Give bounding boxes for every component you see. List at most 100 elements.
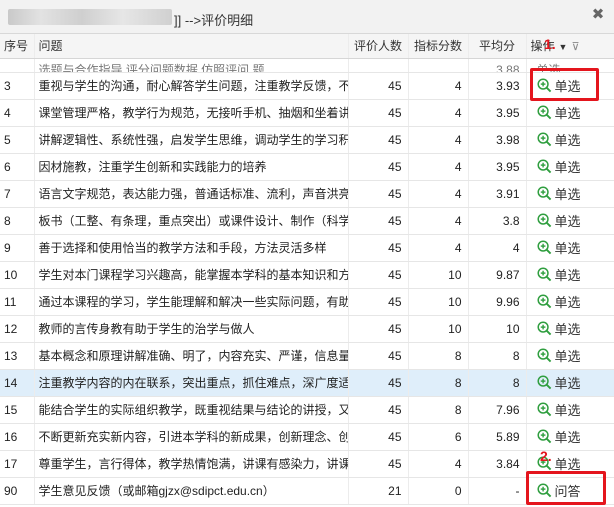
table-row[interactable]: 9 善于选择和使用恰当的教学方法和手段，方法灵活多样 45 4 4 单选 (0, 234, 614, 262)
sort-down-icon[interactable]: ▼ (559, 42, 568, 52)
row-question: 板书（工整、有条理，重点突出）或课件设计、制作（科学 (34, 207, 349, 235)
single-choice-button[interactable]: 单选 (536, 211, 581, 230)
table-row[interactable]: 4 课堂管理严格，教学行为规范，无接听手机、抽烟和坐着讲课 45 4 3.95 单选 (0, 99, 614, 127)
row-op-cell: 单选 (526, 369, 614, 397)
col-header-raters[interactable]: 评价人数 (348, 34, 409, 59)
table-row[interactable]: 12 教师的言传身教有助于学生的治学与做人 45 10 10 单选 (0, 315, 614, 343)
window-titlebar: ]] -->评价明细 ✖ (0, 0, 614, 34)
row-seq: 5 (0, 126, 35, 154)
row-avg: 3.8 (468, 207, 527, 235)
single-choice-button[interactable]: 单选 (536, 292, 581, 311)
filter-icon[interactable]: ⊽ (571, 40, 579, 53)
row-raters: 21 (348, 477, 409, 505)
annotation-1: 1. (544, 36, 556, 52)
row-op-cell: 单选 (526, 180, 614, 208)
row-question: 学生对本门课程学习兴趣高，能掌握本学科的基本知识和方法 (34, 261, 349, 289)
row-op-cell: 单选 (526, 315, 614, 343)
col-header-op[interactable]: 操作 ▼ ⊽ (526, 34, 614, 59)
single-choice-button[interactable]: 单选 (536, 373, 581, 392)
col-header-avg[interactable]: 平均分 (468, 34, 527, 59)
col-header-score[interactable]: 指标分数 (408, 34, 469, 59)
row-score: 8 (408, 342, 469, 370)
single-choice-button[interactable]: 单选 (536, 427, 581, 446)
partial-row-seq (4, 59, 30, 72)
partial-row-raters (353, 59, 402, 72)
zoom-plus-icon (536, 428, 551, 443)
single-choice-button[interactable]: 单选 (536, 400, 581, 419)
row-op-cell: 单选 (526, 126, 614, 154)
row-question: 因材施教，注重学生创新和实践能力的培养 (34, 153, 349, 181)
table-row[interactable]: 16 不断更新充实新内容，引进本学科的新成果，创新理念、创新 45 6 5.89 单选 (0, 423, 614, 451)
row-score: 4 (408, 450, 469, 478)
partial-row-avg: 3.88 (496, 62, 520, 72)
table-row[interactable]: 6 因材施教，注重学生创新和实践能力的培养 45 4 3.95 单选 (0, 153, 614, 181)
op-label: 单选 (554, 105, 581, 121)
single-choice-button[interactable]: 单选 (536, 103, 581, 122)
row-avg: 8 (468, 342, 527, 370)
op-label: 单选 (554, 456, 581, 472)
row-score: 4 (408, 126, 469, 154)
single-choice-button[interactable]: 单选 (536, 265, 581, 284)
col-header-seq[interactable]: 序号 (0, 34, 35, 59)
single-choice-button[interactable]: 单选 (536, 346, 581, 365)
row-raters: 45 (348, 261, 409, 289)
row-avg: 3.84 (468, 450, 527, 478)
zoom-plus-icon (536, 239, 551, 254)
table-row[interactable]: 5 讲解逻辑性、系统性强，启发学生思维，调动学生的学习积极 45 4 3.98 单选 (0, 126, 614, 154)
row-score: 4 (408, 153, 469, 181)
table-row[interactable]: 90 学生意见反馈（或邮箱gjzx@sdipct.edu.cn） 21 0- 问答 (0, 477, 614, 505)
table-row[interactable]: 15 能结合学生的实际组织教学，既重视结果与结论的讲授，又重 45 8 7.96 单选 (0, 396, 614, 424)
row-question: 讲解逻辑性、系统性强，启发学生思维，调动学生的学习积极 (34, 126, 349, 154)
row-score: 6 (408, 423, 469, 451)
op-label: 单选 (554, 294, 581, 310)
single-choice-button[interactable]: 单选 (536, 319, 581, 338)
op-label: 单选 (554, 375, 581, 391)
row-op-cell: 单选 (526, 234, 614, 262)
row-op-cell: 单选 (526, 423, 614, 451)
evaluation-detail-table-wrap: 序号 问题 评价人数 指标分数 平均分 操作 ▼ ⊽ 选题与合作指导 评分问题数据 … (0, 34, 614, 507)
partial-row-score (413, 59, 462, 72)
row-op-cell: 单选 (526, 261, 614, 289)
row-question: 课堂管理严格，教学行为规范，无接听手机、抽烟和坐着讲课 (34, 99, 349, 127)
window-title: ]] -->评价明细 (174, 13, 254, 28)
row-score: 8 (408, 369, 469, 397)
single-choice-button[interactable]: 单选 (536, 184, 581, 203)
row-score: 0 (408, 477, 469, 505)
row-seq: 9 (0, 234, 35, 262)
single-choice-button[interactable]: 单选 (536, 238, 581, 257)
table-row[interactable]: 8 板书（工整、有条理，重点突出）或课件设计、制作（科学 45 4 3.8 单选 (0, 207, 614, 235)
row-raters: 45 (348, 180, 409, 208)
col-header-question[interactable]: 问题 (34, 34, 349, 59)
zoom-plus-icon (536, 266, 551, 281)
table-row[interactable]: 13 基本概念和原理讲解准确、明了，内容充实、严谨，信息量大 45 8 8 单选 (0, 342, 614, 370)
single-choice-button[interactable]: 单选 (536, 157, 581, 176)
single-choice-button[interactable]: 单选 (536, 130, 581, 149)
row-seq: 4 (0, 99, 35, 127)
zoom-plus-icon (536, 347, 551, 362)
row-question: 通过本课程的学习，学生能理解和解决一些实际问题，有助于 (34, 288, 349, 316)
table-row[interactable]: 3 重视与学生的沟通，耐心解答学生问题，注重教学反馈，不断 45 4 3.93 单选 (0, 72, 614, 100)
row-raters: 45 (348, 99, 409, 127)
row-avg: 3.98 (468, 126, 527, 154)
row-seq: 6 (0, 153, 35, 181)
zoom-plus-icon (536, 185, 551, 200)
table-row[interactable]: 17 尊重学生，言行得体，教学热情饱满，讲课有感染力，讲课富 45 4 3.84 单选 (0, 450, 614, 478)
zoom-plus-icon (536, 374, 551, 389)
table-row[interactable]: 10 学生对本门课程学习兴趣高，能掌握本学科的基本知识和方法 45 10 9.87 单选 (0, 261, 614, 289)
annotation-2: 2. (540, 448, 552, 464)
row-seq: 17 (0, 450, 35, 478)
row-avg: 4 (468, 234, 527, 262)
row-op-cell: 单选 (526, 288, 614, 316)
close-icon[interactable]: ✖ (590, 7, 606, 23)
row-avg: 5.89 (468, 423, 527, 451)
row-question: 重视与学生的沟通，耐心解答学生问题，注重教学反馈，不断 (34, 72, 349, 100)
table-row[interactable]: 14 注重教学内容的内在联系，突出重点，抓住难点，深广度适宜 45 8 8 单选 (0, 369, 614, 397)
zoom-plus-icon (536, 401, 551, 416)
op-label: 单选 (554, 186, 581, 202)
table-row[interactable]: 11 通过本课程的学习，学生能理解和解决一些实际问题，有助于 45 10 9.96 单选 (0, 288, 614, 316)
table-row[interactable]: 7 语言文字规范，表达能力强，普通话标准、流利，声音洪亮 45 4 3.91 单选 (0, 180, 614, 208)
row-raters: 45 (348, 423, 409, 451)
row-question: 学生意见反馈（或邮箱gjzx@sdipct.edu.cn） (34, 477, 349, 505)
row-op-cell: 单选 (526, 342, 614, 370)
row-avg: 3.91 (468, 180, 527, 208)
